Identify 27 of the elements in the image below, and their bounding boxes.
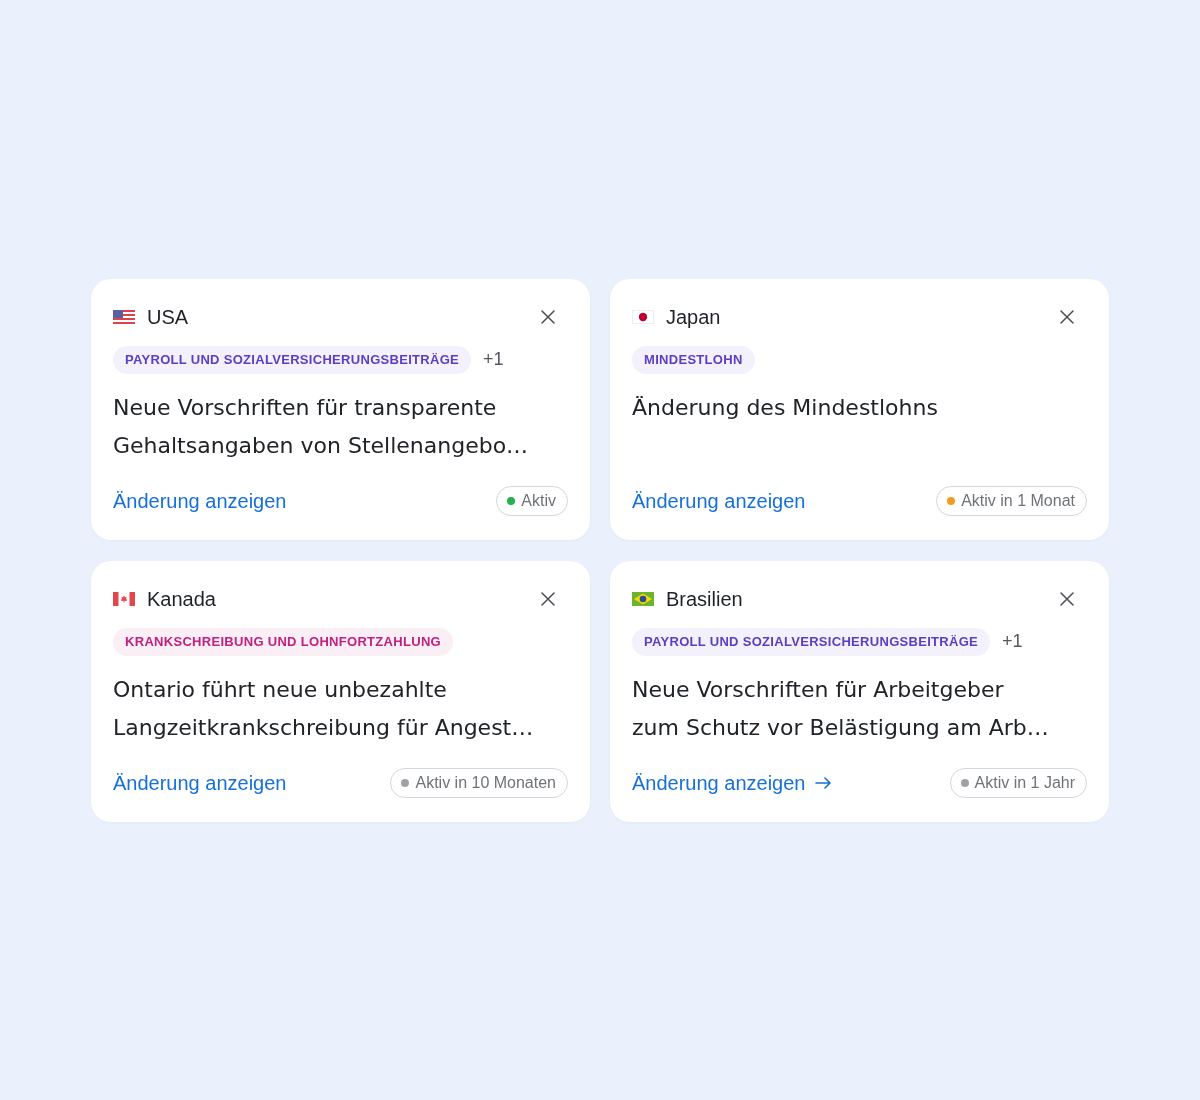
status-label: Aktiv in 10 Monaten [415, 772, 556, 793]
close-icon [1060, 591, 1074, 606]
view-change-link[interactable]: Änderung anzeigen [113, 485, 287, 516]
close-icon [1060, 309, 1074, 324]
country-name: Japan [666, 304, 721, 329]
topic-tag: PAYROLL UND SOZIALVERSICHERUNGSBEITRÄGE [632, 627, 991, 656]
view-change-link[interactable]: Änderung anzeigen [632, 485, 806, 516]
status-label: Aktiv [521, 490, 556, 511]
country-name: Kanada [147, 586, 216, 611]
change-title: Neue Vorschriften für Arbeitgeber zum Schutz vor Belästigung am Arb… [632, 675, 1050, 742]
topic-tag: PAYROLL UND SOZIALVERSICHERUNGSBEITRÄGE [113, 345, 472, 374]
status-label: Aktiv in 1 Jahr [974, 772, 1075, 793]
topic-tag: MINDESTLOHN [632, 345, 755, 374]
topic-tag: KRANKSCHREIBUNG UND LOHNFORTZAHLUNG [113, 627, 453, 656]
country-name: Brasilien [666, 586, 743, 611]
change-title: Änderung des Mindestlohns [632, 393, 939, 422]
change-title: Ontario führt neue unbezahlte Langzeitkrankschreibung für Angest… [113, 675, 535, 742]
change-title: Neue Vorschriften für transparente Gehaltsangaben von Stellenangebo… [113, 393, 530, 460]
more-tags-count: +1 [1002, 630, 1023, 653]
arrow-right-icon [815, 776, 832, 789]
view-change-link[interactable]: Änderung anzeigen [632, 767, 832, 798]
country-name: USA [147, 304, 189, 329]
status-label: Aktiv in 1 Monat [961, 490, 1075, 511]
close-icon [541, 591, 555, 606]
more-tags-count: +1 [483, 348, 504, 371]
close-icon [541, 309, 555, 324]
view-change-link[interactable]: Änderung anzeigen [113, 767, 287, 798]
